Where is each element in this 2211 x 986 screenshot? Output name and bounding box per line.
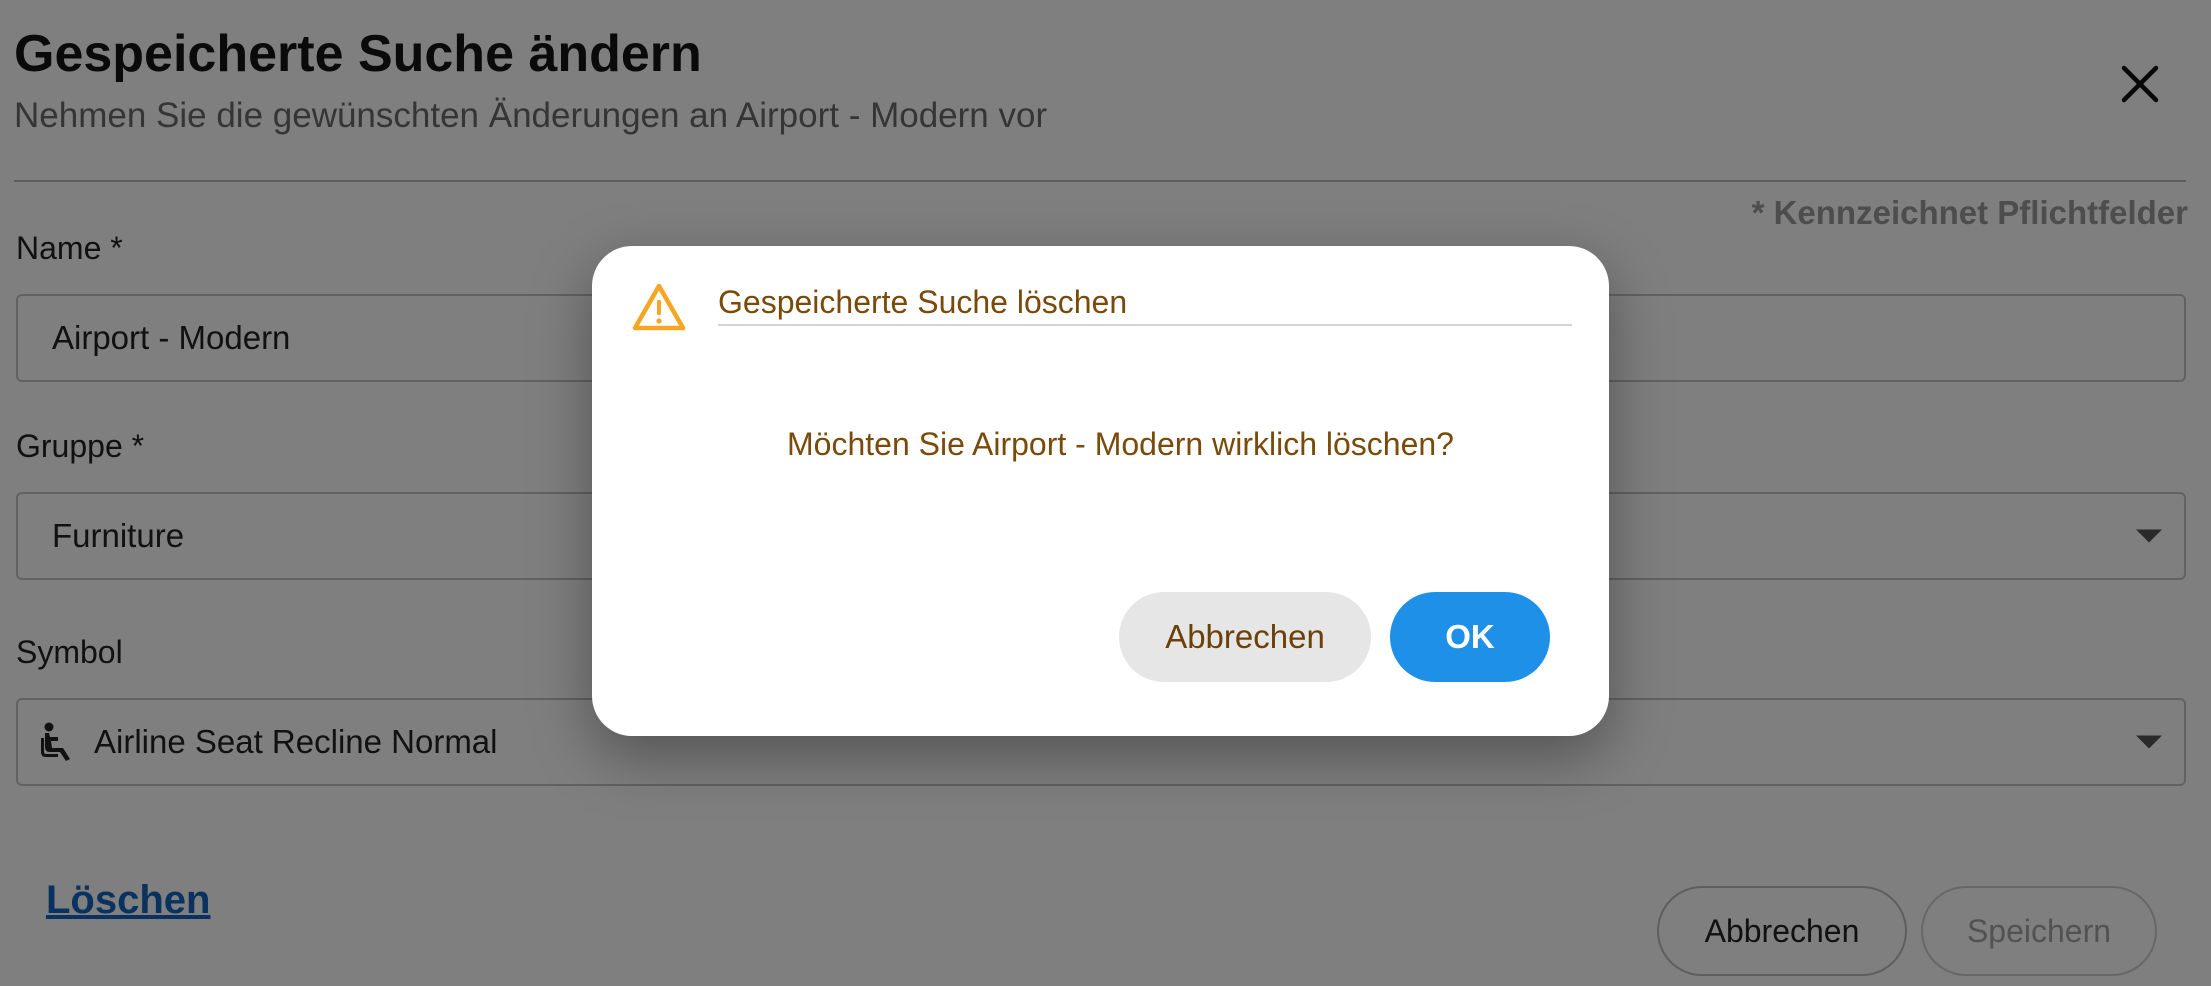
dialog-message: Möchten Sie Airport - Modern wirklich lö… xyxy=(787,426,1454,462)
delete-confirm-dialog: Gespeicherte Suche löschen Möchten Sie A… xyxy=(592,246,1609,736)
dialog-cancel-button[interactable]: Abbrechen xyxy=(1119,592,1371,682)
warning-icon xyxy=(632,283,686,331)
dialog-title-divider xyxy=(718,324,1572,326)
dialog-ok-button[interactable]: OK xyxy=(1390,592,1550,682)
dialog-title: Gespeicherte Suche löschen xyxy=(718,284,1128,320)
